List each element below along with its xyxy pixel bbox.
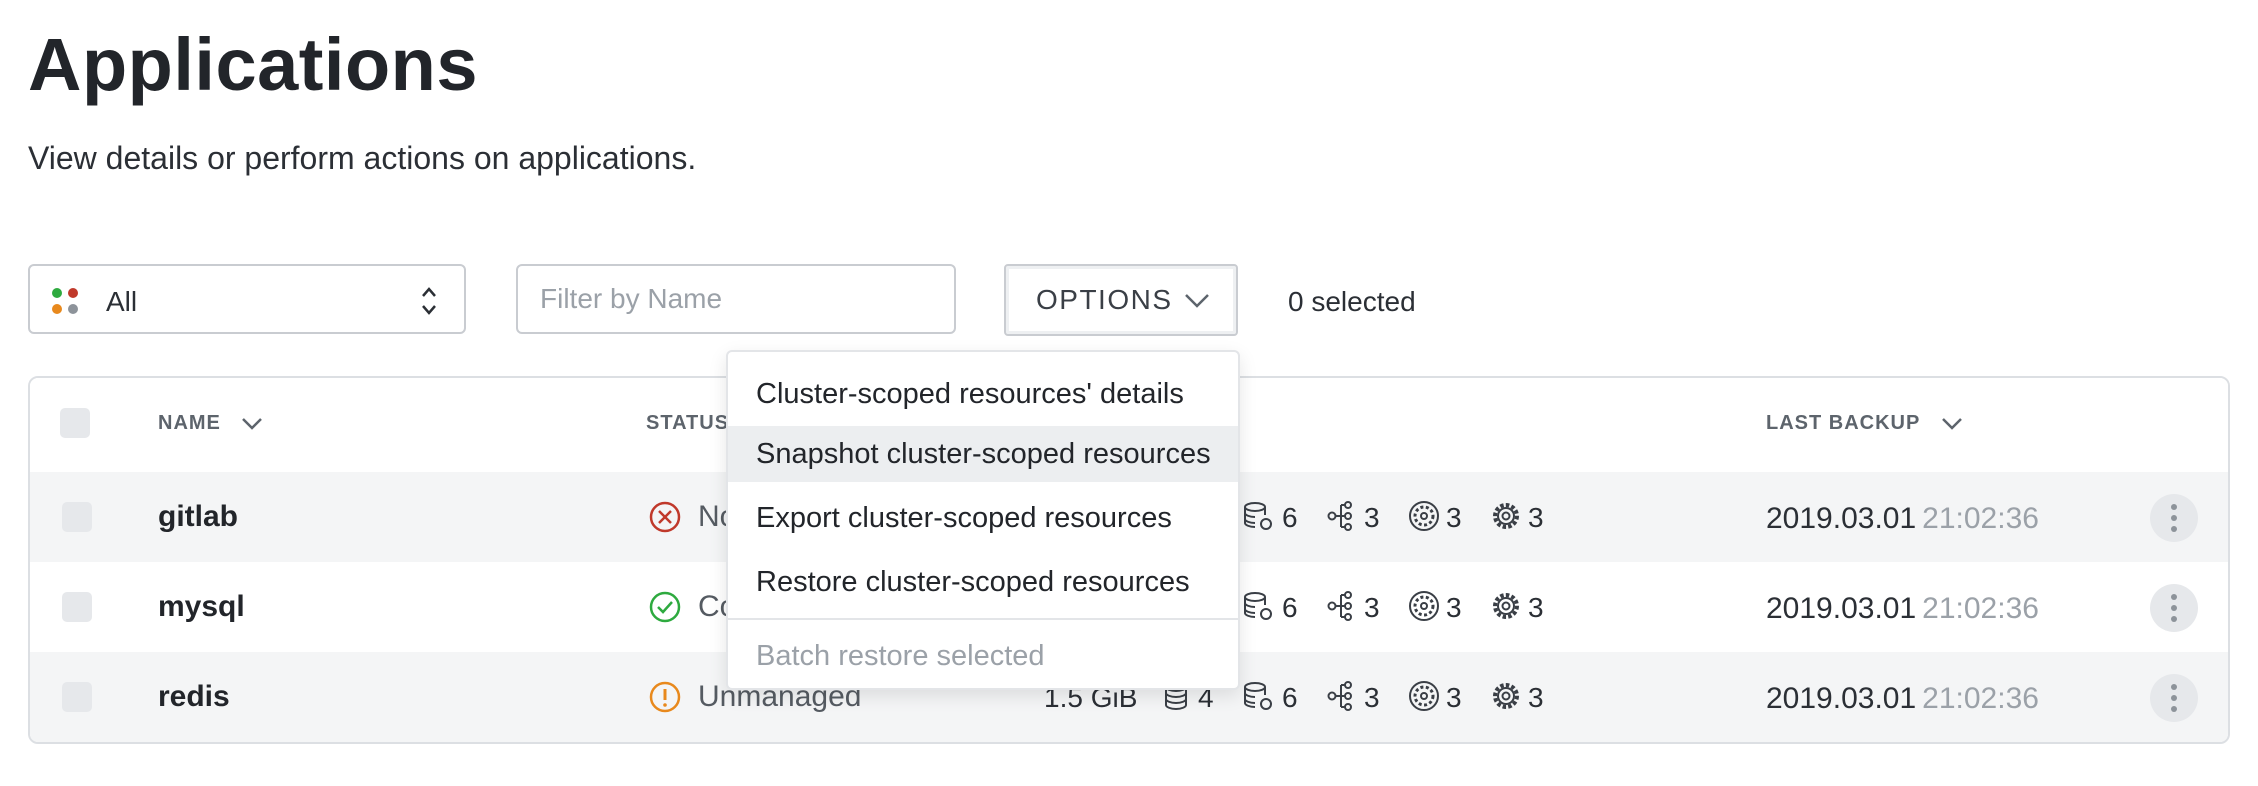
policy-gear-icon (1408, 590, 1440, 622)
database-snapshot-icon (1242, 680, 1274, 712)
check-circle-icon (648, 590, 682, 624)
row-checkbox[interactable] (62, 682, 92, 712)
gear-icon (1490, 500, 1522, 532)
backup-time: 21:02:36 (1922, 682, 2039, 715)
app-name[interactable]: mysql (158, 590, 245, 624)
gear-icon (1490, 680, 1522, 712)
menu-divider (728, 618, 1238, 620)
snapshot-count: 6 (1282, 502, 1298, 533)
kebab-menu-icon[interactable] (2150, 494, 2198, 542)
kebab-menu-icon[interactable] (2150, 674, 2198, 722)
sort-chevron-icon (1941, 418, 1962, 430)
policy-gear-icon (1408, 680, 1440, 712)
settings-count: 3 (1528, 592, 1544, 623)
column-header-name[interactable]: NAME (158, 412, 263, 435)
options-button[interactable]: OPTIONS (1004, 264, 1238, 336)
menu-item-snapshot-cluster[interactable]: Snapshot cluster-scoped resources (728, 426, 1238, 482)
error-circle-icon (648, 500, 682, 534)
warning-circle-icon (648, 680, 682, 714)
settings-count: 3 (1528, 502, 1544, 533)
snapshot-count: 6 (1282, 592, 1298, 623)
node-count: 3 (1364, 502, 1380, 533)
multicolor-dots-icon (52, 288, 82, 318)
select-all-checkbox[interactable] (60, 408, 90, 438)
policy-gear-icon (1408, 500, 1440, 532)
backup-date: 2019.03.01 (1766, 592, 1917, 625)
menu-item-restore-cluster[interactable]: Restore cluster-scoped resources (728, 554, 1238, 610)
node-count: 3 (1364, 592, 1380, 623)
selected-count: 0 selected (1288, 286, 1416, 317)
page-title: Applications (28, 23, 479, 106)
last-backup: 2019.03.01 21:02:36 (1766, 682, 2039, 716)
app-name[interactable]: redis (158, 680, 230, 714)
options-dropdown-menu: Cluster-scoped resources' details Snapsh… (726, 350, 1240, 690)
options-button-label: OPTIONS (1036, 284, 1173, 315)
node-count: 3 (1364, 682, 1380, 713)
backup-time: 21:02:36 (1922, 592, 2039, 625)
chevron-down-icon (1185, 294, 1209, 308)
last-backup: 2019.03.01 21:02:36 (1766, 502, 2039, 536)
snapshot-count: 6 (1282, 682, 1298, 713)
row-checkbox[interactable] (62, 592, 92, 622)
policy-count: 3 (1446, 592, 1462, 623)
backup-time: 21:02:36 (1922, 502, 2039, 535)
filter-select-value: All (106, 286, 138, 317)
column-header-last-backup[interactable]: LAST BACKUP (1766, 412, 1963, 435)
menu-item-export-cluster[interactable]: Export cluster-scoped resources (728, 490, 1238, 546)
sort-chevron-icon (242, 418, 263, 430)
page-subtitle: View details or perform actions on appli… (28, 140, 697, 176)
column-header-status[interactable]: STATUS (646, 412, 729, 435)
select-updown-icon (422, 287, 436, 315)
app-name[interactable]: gitlab (158, 500, 238, 534)
settings-count: 3 (1528, 682, 1544, 713)
policy-count: 3 (1446, 682, 1462, 713)
node-tree-icon (1326, 680, 1358, 712)
node-tree-icon (1326, 500, 1358, 532)
backup-date: 2019.03.01 (1766, 682, 1917, 715)
kebab-menu-icon[interactable] (2150, 584, 2198, 632)
last-backup: 2019.03.01 21:02:36 (1766, 592, 2039, 626)
name-filter-input[interactable] (516, 264, 956, 334)
menu-item-batch-restore: Batch restore selected (756, 640, 1045, 672)
row-checkbox[interactable] (62, 502, 92, 532)
policy-count: 3 (1446, 502, 1462, 533)
database-snapshot-icon (1242, 500, 1274, 532)
database-snapshot-icon (1242, 590, 1274, 622)
node-tree-icon (1326, 590, 1358, 622)
application-filter-select[interactable]: All (28, 264, 466, 334)
menu-item-cluster-details[interactable]: Cluster-scoped resources' details (728, 366, 1238, 422)
gear-icon (1490, 590, 1522, 622)
backup-date: 2019.03.01 (1766, 502, 1917, 535)
